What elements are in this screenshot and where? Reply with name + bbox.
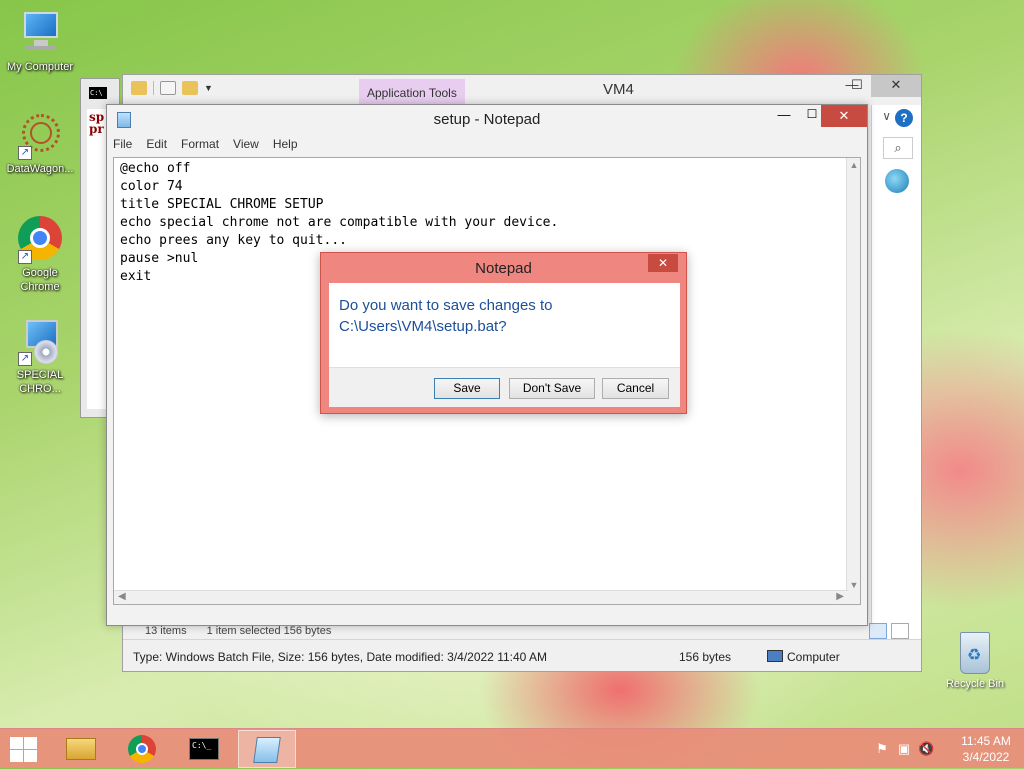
view-buttons bbox=[869, 623, 909, 639]
desktop-icon-datawagon[interactable]: ↗ DataWagon... bbox=[0, 112, 80, 176]
clock-date: 3/4/2022 bbox=[962, 750, 1010, 764]
large-icons-view-icon[interactable] bbox=[891, 623, 909, 639]
recycle-bin-icon bbox=[960, 632, 990, 674]
details-view-icon[interactable] bbox=[869, 623, 887, 639]
computer-icon bbox=[16, 10, 64, 58]
vertical-scrollbar[interactable]: ▲ ▼ bbox=[846, 158, 860, 604]
chevron-down-icon[interactable]: ∨ bbox=[882, 109, 891, 123]
quick-access-toolbar: ▼ bbox=[131, 81, 213, 95]
close-button[interactable]: ✕ bbox=[648, 254, 678, 272]
start-button[interactable] bbox=[8, 735, 38, 763]
dialog-title: Notepad bbox=[475, 260, 532, 277]
shortcut-arrow-icon: ↗ bbox=[18, 352, 32, 366]
scroll-down-icon[interactable]: ▼ bbox=[847, 580, 861, 590]
network-icon[interactable]: ▣ bbox=[896, 741, 912, 757]
windows-logo-pane bbox=[24, 737, 37, 749]
file-details: Type: Windows Batch File, Size: 156 byte… bbox=[133, 650, 547, 664]
notepad-title: setup - Notepad bbox=[433, 111, 541, 128]
cmd-icon: C:\_ bbox=[189, 738, 219, 760]
cancel-button[interactable]: Cancel bbox=[602, 378, 669, 399]
taskbar-notepad[interactable] bbox=[238, 730, 296, 768]
windows-logo-pane bbox=[24, 750, 37, 762]
windows-logo-pane bbox=[10, 750, 23, 762]
details-bar: Type: Windows Batch File, Size: 156 byte… bbox=[123, 639, 921, 671]
clock[interactable]: 11:45 AM 3/4/2022 bbox=[954, 733, 1018, 765]
clock-time: 11:45 AM bbox=[961, 734, 1011, 748]
minimize-button[interactable]: — bbox=[771, 107, 797, 127]
dialog-message-line1: Do you want to save changes to bbox=[339, 297, 553, 314]
menu-format[interactable]: Format bbox=[181, 137, 219, 151]
scroll-up-icon[interactable]: ▲ bbox=[847, 160, 861, 170]
volume-muted-icon[interactable]: 🔇 bbox=[918, 741, 934, 757]
dialog-message-line2: C:\Users\VM4\setup.bat? bbox=[339, 318, 507, 335]
tab-application-tools[interactable]: Application Tools bbox=[359, 79, 465, 105]
desktop-icon-label: SPECIAL CHRO... bbox=[16, 369, 64, 395]
scroll-left-icon[interactable]: ◀ bbox=[118, 591, 126, 602]
desktop-icon-google-chrome[interactable]: ↗ Google Chrome bbox=[0, 216, 80, 294]
desktop-icon-label: Recycle Bin bbox=[945, 678, 1005, 690]
dont-save-button[interactable]: Don't Save bbox=[509, 378, 595, 399]
menu-edit[interactable]: Edit bbox=[146, 137, 167, 151]
chrome-icon: ↗ bbox=[16, 216, 64, 264]
save-changes-dialog[interactable]: Notepad ✕ Do you want to save changes to… bbox=[320, 252, 687, 414]
datawagon-icon: ↗ bbox=[16, 112, 64, 160]
installer-icon: ↗ bbox=[16, 318, 64, 366]
search-icon[interactable]: ⌕ bbox=[883, 137, 913, 159]
menu-file[interactable]: File bbox=[113, 137, 132, 151]
desktop-icon-my-computer[interactable]: My Computer bbox=[0, 10, 80, 74]
shortcut-arrow-icon: ↗ bbox=[18, 250, 32, 264]
file-size: 156 bytes bbox=[679, 650, 732, 664]
window-title: VM4 bbox=[603, 81, 634, 98]
item-count: 13 items bbox=[145, 625, 187, 637]
status-bar-top: 13 items 1 item selected 156 bytes bbox=[145, 625, 331, 637]
chrome-center bbox=[136, 743, 148, 755]
menu-help[interactable]: Help bbox=[273, 137, 298, 151]
taskbar-cmd[interactable]: C:\_ bbox=[176, 730, 234, 768]
folder-icon[interactable] bbox=[131, 81, 147, 95]
help-icon[interactable]: ? bbox=[895, 109, 913, 127]
computer-icon bbox=[767, 650, 783, 662]
properties-icon[interactable] bbox=[160, 81, 176, 95]
dialog-body: Do you want to save changes to C:\Users\… bbox=[329, 283, 680, 407]
location-label: Computer bbox=[787, 650, 840, 664]
save-button[interactable]: Save bbox=[434, 378, 500, 399]
system-tray: ⚑ ▣ 🔇 11:45 AM 3/4/2022 bbox=[874, 729, 1018, 769]
selection-info: 1 item selected 156 bytes bbox=[206, 625, 332, 637]
taskbar: C:\_ ⚑ ▣ 🔇 11:45 AM 3/4/2022 bbox=[0, 728, 1024, 768]
action-center-flag-icon[interactable]: ⚑ bbox=[874, 741, 890, 757]
windows-logo-icon bbox=[10, 737, 23, 749]
cmd-icon: C:\ bbox=[89, 87, 107, 99]
menu-view[interactable]: View bbox=[233, 137, 259, 151]
menu-bar: File Edit Format View Help bbox=[113, 137, 298, 151]
desktop-icon-special-chrome[interactable]: ↗ SPECIAL CHRO... bbox=[0, 318, 80, 396]
scroll-right-icon[interactable]: ▶ bbox=[836, 591, 844, 602]
folder-icon bbox=[66, 738, 96, 760]
desktop-icon-recycle-bin[interactable]: Recycle Bin bbox=[940, 632, 1010, 690]
taskbar-chrome[interactable] bbox=[114, 730, 172, 768]
desktop-icon-label: My Computer bbox=[6, 61, 74, 73]
dialog-footer: Save Don't Save Cancel bbox=[329, 367, 680, 407]
new-folder-icon[interactable] bbox=[182, 81, 198, 95]
close-button[interactable]: ✕ bbox=[821, 105, 867, 127]
shortcut-arrow-icon: ↗ bbox=[18, 146, 32, 160]
desktop-icon-label: DataWagon... bbox=[6, 163, 74, 175]
ribbon-side-pane: ∨ ? ⌕ bbox=[871, 105, 921, 665]
shell-icon bbox=[885, 169, 909, 193]
close-button[interactable]: ✕ bbox=[871, 75, 921, 97]
dialog-message: Do you want to save changes to C:\Users\… bbox=[339, 295, 552, 337]
notepad-icon bbox=[253, 737, 281, 763]
horizontal-scrollbar[interactable]: ◀ ▶ bbox=[114, 590, 848, 604]
desktop-icon-label: Google Chrome bbox=[20, 267, 60, 293]
taskbar-file-explorer[interactable] bbox=[52, 730, 110, 768]
chevron-down-icon[interactable]: ▼ bbox=[204, 83, 213, 93]
